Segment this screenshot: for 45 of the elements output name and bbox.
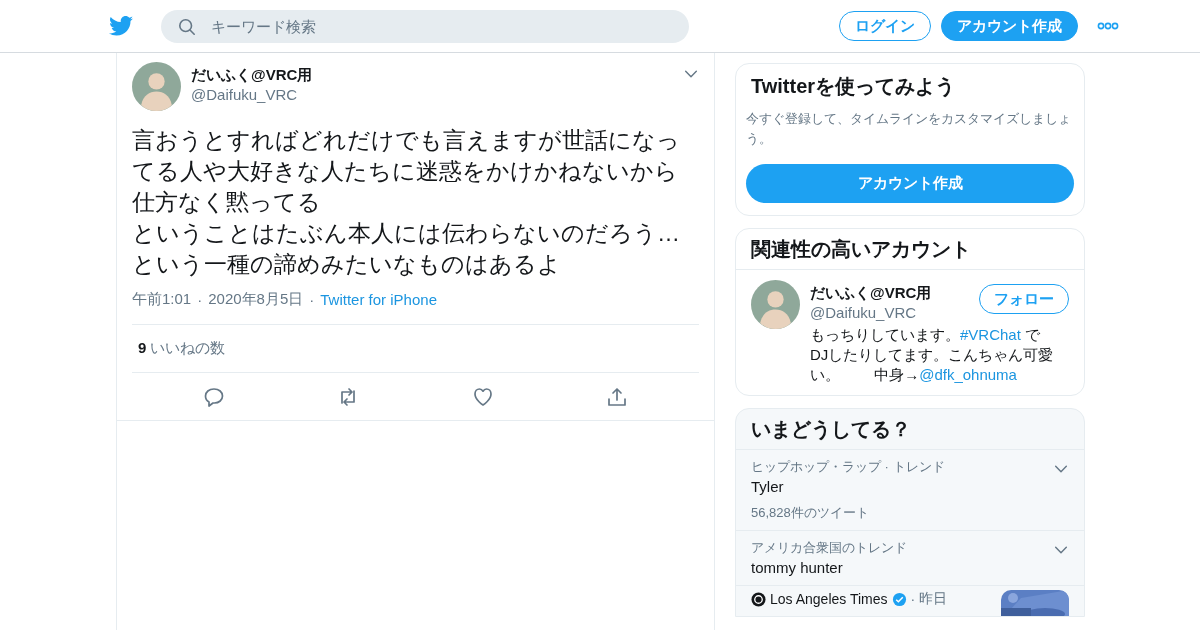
avatar-icon[interactable]: [132, 62, 181, 111]
trend-context: アメリカ合衆国のトレンド: [751, 539, 908, 557]
card-description: 今すぐ登録して、タイムラインをカスタマイズしましょう。: [746, 110, 1072, 148]
source-link[interactable]: Twitter for iPhone: [320, 291, 437, 308]
trend-item[interactable]: ヒップホップ・ラップ · トレンド Tyler 56,828件のツイート: [736, 450, 1084, 531]
hashtag-link[interactable]: #VRChat: [960, 326, 1021, 343]
card-title: Twitterを使ってみよう: [751, 74, 957, 99]
trend-name: Tyler: [751, 477, 785, 497]
mention-link[interactable]: @dfk_ohnuma: [919, 366, 1017, 383]
user-name[interactable]: だいふく@VRC用: [810, 283, 979, 303]
like-label: いいねの数: [150, 339, 226, 358]
signup-button[interactable]: アカウント作成: [940, 11, 1078, 41]
follow-button[interactable]: フォロー: [979, 284, 1069, 314]
trend-context: ヒップホップ・ラップ · トレンド: [751, 458, 946, 476]
heart-icon[interactable]: [471, 386, 494, 408]
card-title: いまどうしてる？: [736, 409, 1084, 450]
source-logo-icon: [751, 591, 766, 607]
tweet-count: 56,828件のツイート: [751, 504, 870, 522]
tweet-text: 言おうとすればどれだけでも言えますが世話になってる人や大好きな人たちに迷惑をかけかねないから仕方なく黙ってる: [132, 126, 681, 217]
user-handle[interactable]: @Daifuku_VRC: [810, 303, 979, 323]
search-field[interactable]: キーワード検索: [160, 9, 689, 43]
signup-button[interactable]: アカウント作成: [746, 164, 1074, 203]
news-item[interactable]: Los Angeles Times · 昨日: [736, 586, 1084, 616]
separator-dot: ·: [308, 291, 316, 308]
more-icon[interactable]: [1096, 22, 1119, 30]
separator-dot: ·: [910, 591, 916, 607]
user-bio: もっちりしています。#VRChat でDJしたりしてます。こんちゃん可愛い。 中身→@dfk_ohnuma: [810, 325, 1055, 385]
card-title: 関連性の高いアカウント: [736, 229, 1084, 270]
tweet-text: ということはたぶん本人には伝わらないのだろう…という一種の諦めみたいなものはあるよ: [132, 219, 681, 279]
trend-name: tommy hunter: [751, 558, 844, 578]
like-count: 9: [138, 339, 147, 356]
tweet-timestamp: 2020年8月5日: [208, 290, 304, 309]
bird-icon[interactable]: [108, 16, 133, 36]
user-name[interactable]: だいふく@VRC用: [191, 65, 673, 85]
tweet-timestamp: 午前1:01: [132, 290, 192, 309]
news-time: 昨日: [919, 590, 948, 608]
search-icon: [177, 17, 196, 36]
news-source: Los Angeles Times: [770, 591, 888, 607]
login-button[interactable]: ログイン: [838, 11, 931, 41]
reply-icon[interactable]: [203, 386, 226, 408]
avatar-icon[interactable]: [751, 280, 800, 329]
separator-dot: ·: [196, 291, 204, 308]
share-icon[interactable]: [605, 386, 628, 408]
trend-item[interactable]: アメリカ合衆国のトレンド tommy hunter: [736, 531, 1084, 586]
user-handle[interactable]: @Daifuku_VRC: [191, 85, 673, 105]
